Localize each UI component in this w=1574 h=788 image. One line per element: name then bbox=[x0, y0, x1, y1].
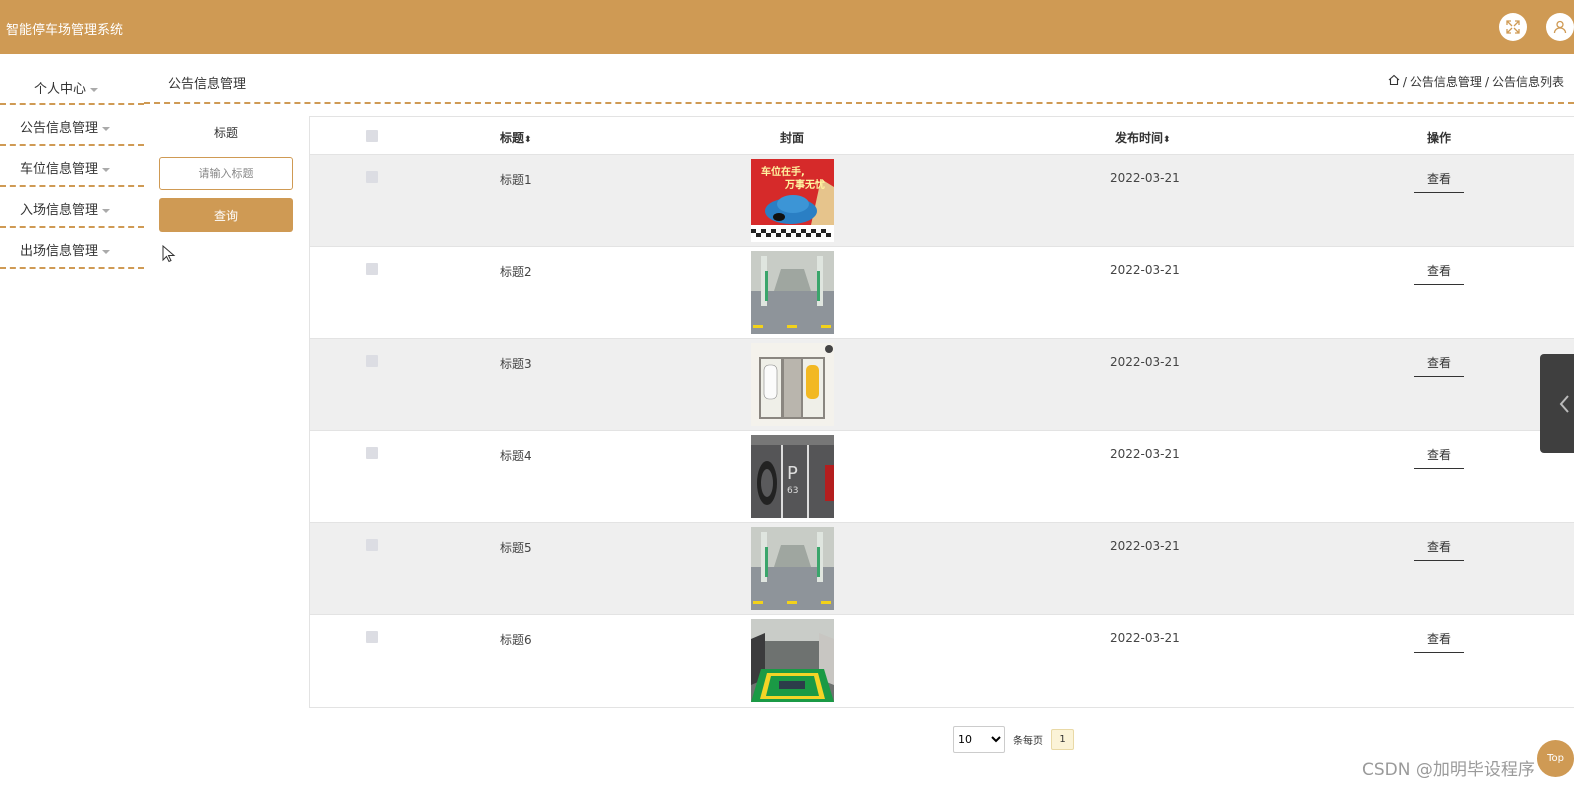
row-date: 2022-03-21 bbox=[1110, 447, 1180, 461]
cover-image[interactable]: 车位在手, 万事无忧 bbox=[751, 159, 834, 242]
sidebar-item-label: 公告信息管理 bbox=[20, 121, 99, 136]
row-date: 2022-03-21 bbox=[1110, 263, 1180, 277]
sidebar-item-notice[interactable]: 公告信息管理 bbox=[0, 105, 144, 146]
view-button[interactable]: 查看 bbox=[1414, 447, 1464, 469]
row-date: 2022-03-21 bbox=[1110, 631, 1180, 645]
sidebar-item-label: 出场信息管理 bbox=[20, 244, 99, 259]
breadcrumb: / 公告信息管理 / 公告信息列表 bbox=[1388, 73, 1564, 90]
breadcrumb-separator: / bbox=[1402, 74, 1407, 89]
search-button[interactable]: 查询 bbox=[159, 198, 293, 232]
side-collapse-tab[interactable] bbox=[1540, 354, 1574, 453]
action-header: 操作 bbox=[1427, 131, 1452, 145]
sidebar-item-label: 车位信息管理 bbox=[20, 162, 99, 177]
row-checkbox[interactable] bbox=[366, 263, 378, 275]
view-button[interactable]: 查看 bbox=[1414, 539, 1464, 561]
cover-header: 封面 bbox=[780, 131, 805, 145]
cover-image[interactable] bbox=[751, 343, 834, 426]
page-size-select[interactable]: 10 bbox=[953, 726, 1005, 753]
divider bbox=[144, 102, 1574, 104]
row-title: 标题4 bbox=[500, 449, 532, 463]
table-row: 标题4 P 63 2022-03-21 查看 bbox=[310, 431, 1574, 523]
pagination: 10 条每页 1 bbox=[953, 726, 1074, 753]
sidebar-item-parking-space[interactable]: 车位信息管理 bbox=[0, 146, 144, 187]
sidebar-item-label: 个人中心 bbox=[34, 82, 87, 97]
row-checkbox[interactable] bbox=[366, 539, 378, 551]
sidebar-item-profile[interactable]: 个人中心 bbox=[0, 64, 144, 105]
view-button[interactable]: 查看 bbox=[1414, 171, 1464, 193]
chevron-down-icon bbox=[102, 208, 111, 213]
user-icon[interactable] bbox=[1546, 13, 1574, 41]
row-title: 标题1 bbox=[500, 173, 532, 187]
chevron-down-icon bbox=[102, 249, 111, 254]
breadcrumb-item[interactable]: 公告信息管理 bbox=[1410, 73, 1482, 90]
row-title: 标题5 bbox=[500, 541, 532, 555]
cover-image[interactable] bbox=[751, 251, 834, 334]
row-title: 标题6 bbox=[500, 633, 532, 647]
view-button[interactable]: 查看 bbox=[1414, 631, 1464, 653]
table-row: 标题3 2022-03-21 查看 bbox=[310, 339, 1574, 431]
breadcrumb-separator: / bbox=[1484, 74, 1489, 89]
per-page-label: 条每页 bbox=[1013, 736, 1043, 747]
sidebar-item-entry[interactable]: 入场信息管理 bbox=[0, 187, 144, 228]
page-number-button[interactable]: 1 bbox=[1051, 729, 1074, 750]
row-title: 标题3 bbox=[500, 357, 532, 371]
table-row: 标题6 2022-03-21 查看 bbox=[310, 615, 1574, 707]
cover-image[interactable] bbox=[751, 527, 834, 610]
sort-title-header[interactable]: 标题⬍ bbox=[500, 129, 532, 146]
sidebar-item-label: 入场信息管理 bbox=[20, 203, 99, 218]
row-checkbox[interactable] bbox=[366, 447, 378, 459]
cover-image[interactable] bbox=[751, 619, 834, 702]
chevron-down-icon bbox=[102, 126, 111, 131]
search-label: 标题 bbox=[213, 126, 238, 140]
table-row: 标题1 车位在手, 万事无忧 2022-03-21 查看 bbox=[310, 155, 1574, 247]
view-button[interactable]: 查看 bbox=[1414, 355, 1464, 377]
top-bar: 智能停车场管理系统 bbox=[0, 0, 1574, 54]
sort-date-header[interactable]: 发布时间⬍ bbox=[1115, 129, 1171, 146]
sidebar-item-exit[interactable]: 出场信息管理 bbox=[0, 228, 144, 269]
row-title: 标题2 bbox=[500, 265, 532, 279]
fullscreen-icon[interactable] bbox=[1499, 13, 1527, 41]
chevron-down-icon bbox=[102, 167, 111, 172]
svg-text:63: 63 bbox=[787, 486, 798, 496]
row-checkbox[interactable] bbox=[366, 355, 378, 367]
view-button[interactable]: 查看 bbox=[1414, 263, 1464, 285]
row-date: 2022-03-21 bbox=[1110, 355, 1180, 369]
row-date: 2022-03-21 bbox=[1110, 171, 1180, 185]
table-header: 标题⬍ 封面 发布时间⬍ 操作 bbox=[310, 117, 1574, 155]
table-row: 标题5 2022-03-21 查看 bbox=[310, 523, 1574, 615]
watermark: CSDN @加明毕设程序 bbox=[1362, 760, 1535, 780]
cover-text: 万事无忧 bbox=[785, 180, 825, 191]
cover-image[interactable]: P 63 bbox=[751, 435, 834, 518]
breadcrumb-item: 公告信息列表 bbox=[1491, 75, 1564, 89]
search-panel: 标题 查询 bbox=[159, 124, 293, 232]
notice-table: 标题⬍ 封面 发布时间⬍ 操作 标题1 车位在手, 万事无忧 2022-03-2… bbox=[309, 116, 1574, 708]
select-all-checkbox[interactable] bbox=[366, 130, 378, 142]
chevron-left-icon bbox=[1559, 395, 1569, 413]
row-checkbox[interactable] bbox=[366, 631, 378, 643]
search-input[interactable] bbox=[159, 157, 293, 190]
chevron-down-icon bbox=[90, 87, 99, 92]
table-row: 标题2 2022-03-21 查看 bbox=[310, 247, 1574, 339]
app-title: 智能停车场管理系统 bbox=[6, 23, 124, 38]
svg-text:P: P bbox=[787, 463, 798, 484]
mouse-cursor-icon bbox=[162, 244, 176, 267]
row-checkbox[interactable] bbox=[366, 171, 378, 183]
page-title: 公告信息管理 bbox=[168, 77, 247, 92]
home-icon[interactable] bbox=[1388, 74, 1400, 89]
back-to-top-button[interactable]: Top bbox=[1537, 740, 1574, 777]
row-date: 2022-03-21 bbox=[1110, 539, 1180, 553]
